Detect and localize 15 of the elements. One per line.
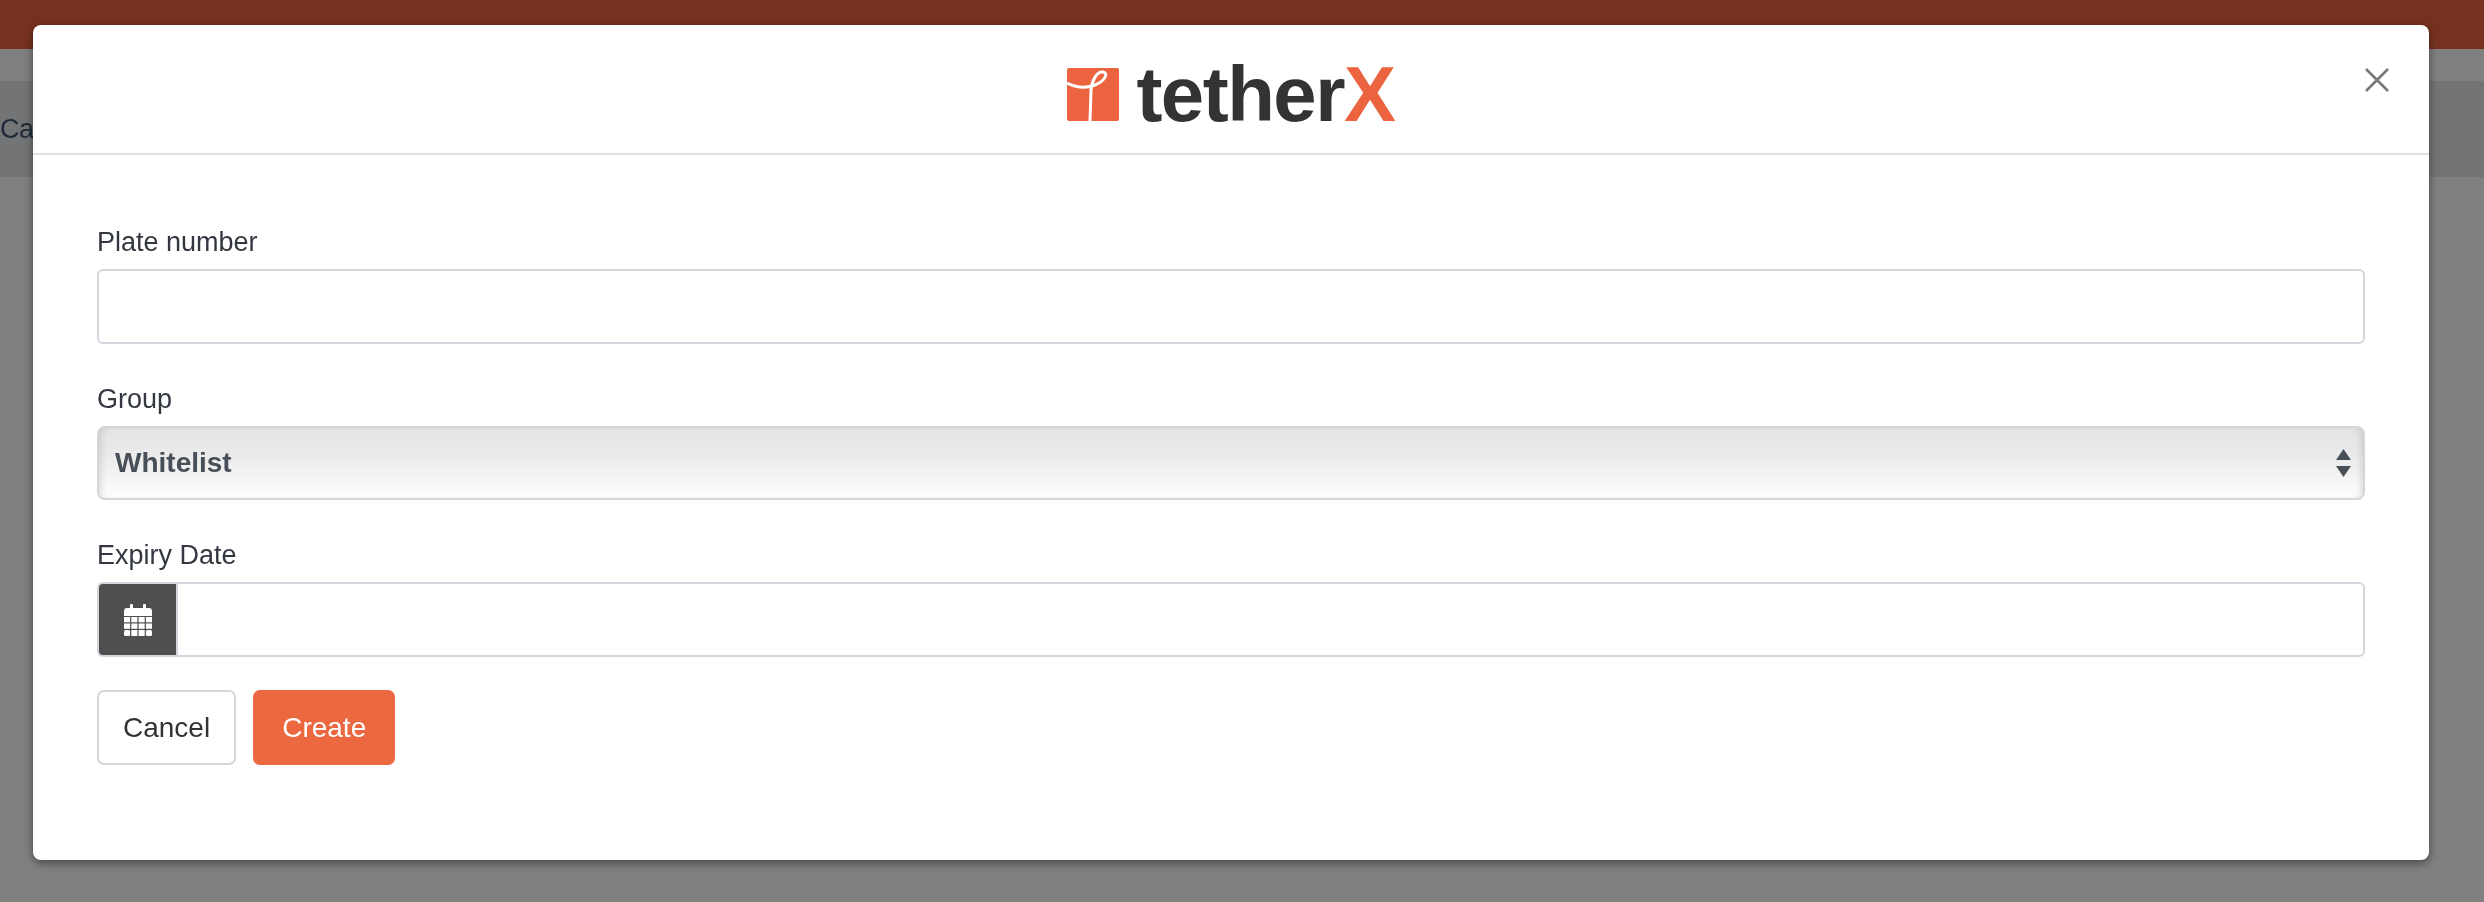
field-label: Group [97,383,173,416]
close-button[interactable] [2365,68,2389,92]
logo-mark-icon [1067,67,1120,121]
up-down-arrows-icon [2336,449,2351,477]
close-icon [2365,68,2389,92]
text-input-field[interactable] [97,269,2365,344]
cancel-button[interactable]: Cancel [97,690,237,765]
field-label: Expiry Date [97,539,237,572]
calendar-icon [123,603,152,636]
field-label: Plate number [97,226,258,259]
date-input-field[interactable] [176,582,2365,657]
logo-wordmark: tetherX [1136,55,1395,133]
tab-label: Ca [0,115,34,143]
group-select[interactable]: Whitelist [97,426,2365,500]
calendar-button[interactable] [97,582,176,657]
